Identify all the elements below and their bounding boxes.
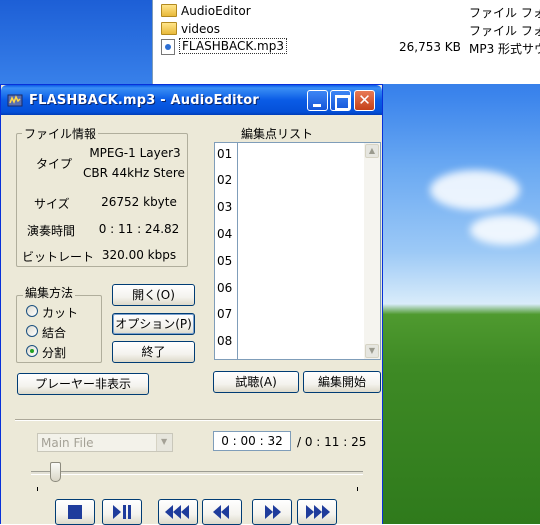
slider-tick — [37, 487, 38, 491]
wallpaper-cloud — [430, 170, 520, 210]
scroll-down-arrow[interactable]: ▼ — [365, 344, 379, 358]
open-button-label: 開く(O) — [132, 288, 175, 302]
list-item-number: 07 — [217, 307, 233, 321]
radio-button[interactable] — [26, 325, 38, 337]
explorer-row-videos[interactable]: videos ファイル フォル — [153, 20, 540, 38]
chevron-down-icon: ▼ — [161, 437, 168, 446]
type-value-format: CBR 44kHz Stere — [83, 166, 185, 180]
current-time-field: 0 : 00 : 32 — [213, 431, 291, 451]
minimize-button[interactable] — [307, 90, 328, 111]
open-button[interactable]: 開く(O) — [112, 284, 195, 306]
radio-label: カット — [42, 306, 79, 320]
explorer-window: AudioEditor ファイル フォル videos ファイル フォル FLA… — [152, 0, 540, 84]
forward-button[interactable] — [252, 499, 292, 525]
source-file-combo[interactable]: Main File ▼ — [37, 433, 173, 452]
explorer-file-type: MP3 形式サウ — [469, 42, 540, 56]
mp3-file-icon — [161, 39, 175, 55]
radio-button[interactable] — [26, 305, 38, 317]
current-time: 0 : 00 : 32 — [221, 434, 283, 448]
listen-button-label: 試聴(A) — [235, 375, 277, 389]
fast-rewind-button[interactable] — [158, 499, 198, 525]
play-pause-button[interactable] — [102, 499, 142, 525]
source-file-value: Main File — [41, 436, 94, 450]
explorer-file-name: AudioEditor — [181, 4, 251, 18]
rewind-button[interactable] — [202, 499, 242, 525]
list-item-number: 06 — [217, 281, 233, 295]
duration-value: 0 : 11 : 24.82 — [98, 222, 180, 236]
forward-icon — [265, 505, 281, 519]
explorer-file-size: 26,753 KB — [399, 40, 461, 54]
edit-point-entries[interactable] — [237, 143, 364, 359]
close-icon: ✕ — [358, 91, 371, 109]
explorer-row-flashback[interactable]: FLASHBACK.mp3 26,753 KB MP3 形式サウ — [153, 38, 540, 56]
radio-label: 結合 — [42, 326, 67, 340]
combo-dropdown-button[interactable]: ▼ — [156, 434, 172, 451]
slider-tick — [357, 487, 358, 491]
explorer-file-type: ファイル フォル — [469, 24, 540, 38]
wallpaper-cloud — [470, 215, 540, 245]
chevron-down-icon: ▼ — [368, 346, 376, 355]
folder-icon — [161, 22, 177, 35]
type-value-codec: MPEG-1 Layer3 — [89, 146, 181, 160]
size-value: 26752 kbyte — [101, 195, 177, 209]
list-scrollbar[interactable]: ▲ ▼ — [364, 143, 380, 359]
seek-slider-track[interactable] — [31, 471, 363, 475]
play-pause-icon — [113, 505, 131, 519]
size-label: サイズ — [34, 197, 70, 211]
type-label: タイプ — [36, 157, 73, 171]
window-title: FLASHBACK.mp3 - AudioEditor — [29, 93, 259, 108]
edit-method-title: 編集方法 — [23, 284, 76, 301]
close-button[interactable]: ✕ — [354, 90, 375, 111]
options-button-label: オプション(P) — [115, 317, 192, 331]
list-item-number: 08 — [217, 334, 233, 348]
file-info-title: ファイル情報 — [22, 125, 99, 142]
listen-button[interactable]: 試聴(A) — [213, 371, 299, 393]
stop-icon — [68, 505, 82, 519]
player-separator — [15, 419, 381, 421]
scroll-up-arrow[interactable]: ▲ — [365, 144, 379, 158]
fast-forward-icon — [306, 505, 330, 519]
explorer-row-audioeditor[interactable]: AudioEditor ファイル フォル — [153, 2, 540, 20]
explorer-file-name: FLASHBACK.mp3 — [179, 38, 287, 54]
maximize-button[interactable] — [330, 90, 351, 111]
radio-button-checked[interactable] — [26, 345, 38, 357]
chevron-up-icon: ▲ — [368, 146, 376, 155]
title-bar[interactable]: FLASHBACK.mp3 - AudioEditor ✕ — [1, 85, 382, 115]
radio-cut[interactable]: カット — [26, 303, 86, 320]
list-item-number: 01 — [217, 147, 233, 161]
fast-forward-button[interactable] — [297, 499, 337, 525]
list-item-number: 04 — [217, 227, 233, 241]
radio-join[interactable]: 結合 — [26, 323, 86, 340]
bitrate-value: 320.00 kbps — [101, 248, 177, 262]
radio-label: 分割 — [42, 346, 67, 360]
hide-player-button[interactable]: プレーヤー非表示 — [17, 373, 149, 395]
start-edit-button-label: 編集開始 — [317, 375, 366, 389]
list-item-number: 02 — [217, 173, 233, 187]
stop-button[interactable] — [55, 499, 95, 525]
audioeditor-app-icon — [7, 94, 23, 107]
edit-point-list[interactable]: 01 02 03 04 05 06 07 08 ▲ ▼ — [214, 142, 381, 360]
options-button[interactable]: オプション(P) — [112, 313, 195, 335]
folder-icon — [161, 4, 177, 17]
radio-split[interactable]: 分割 — [26, 343, 86, 360]
edit-point-list-title: 編集点リスト — [241, 127, 314, 141]
exit-button-label: 終了 — [141, 345, 166, 359]
bitrate-label: ビットレート — [22, 250, 95, 264]
total-time: / 0 : 11 : 25 — [297, 435, 367, 449]
explorer-file-type: ファイル フォル — [469, 6, 540, 20]
list-item-number: 03 — [217, 200, 233, 214]
list-item-number: 05 — [217, 254, 233, 268]
audioeditor-window: FLASHBACK.mp3 - AudioEditor ✕ ファイル情報 タイプ… — [0, 84, 383, 525]
start-edit-button[interactable]: 編集開始 — [303, 371, 381, 393]
exit-button[interactable]: 終了 — [112, 341, 195, 363]
duration-label: 演奏時間 — [27, 224, 76, 238]
rewind-icon — [213, 505, 229, 519]
explorer-file-name: videos — [181, 22, 221, 36]
hide-player-button-label: プレーヤー非表示 — [34, 377, 131, 391]
seek-slider-thumb[interactable] — [50, 462, 62, 482]
fast-rewind-icon — [165, 505, 189, 519]
